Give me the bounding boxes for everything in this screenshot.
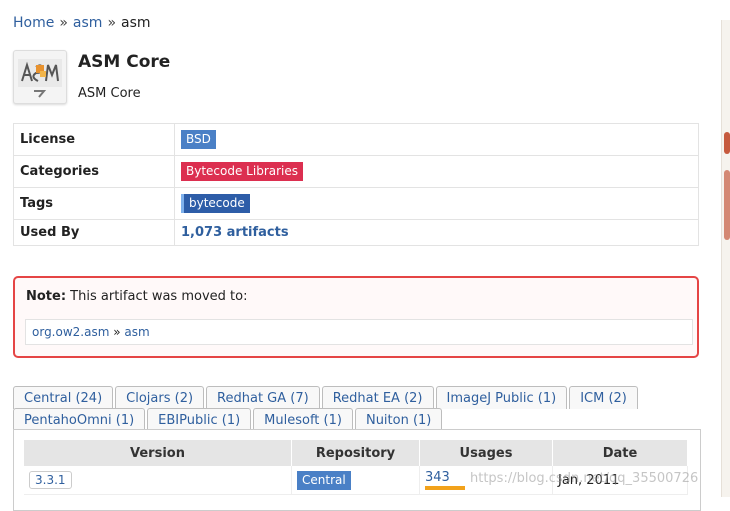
usages-link[interactable]: 343	[425, 470, 450, 485]
info-row-used-by: Used By 1,073 artifacts	[13, 219, 699, 246]
license-badge[interactable]: BSD	[181, 130, 216, 149]
artifact-logo-icon	[13, 50, 67, 104]
moved-artifact-link[interactable]: asm	[124, 325, 149, 339]
moved-group-link[interactable]: org.ow2.asm	[32, 325, 109, 339]
versions-table: Version Repository Usages Date 3.3.1 Cen…	[24, 440, 688, 495]
breadcrumb: Home» asm» asm	[13, 15, 151, 31]
moved-note: Note: This artifact was moved to: org.ow…	[13, 276, 699, 358]
repository-header: Repository	[291, 440, 420, 466]
breadcrumb-home-link[interactable]: Home	[13, 15, 54, 31]
moved-separator: »	[113, 325, 121, 339]
side-decoration	[721, 20, 730, 497]
tab-central[interactable]: Central (24)	[13, 386, 114, 409]
artifact-title: ASM Core	[78, 52, 171, 72]
note-label: Note:	[26, 289, 67, 304]
watermark: https://blog.csdn.net/qq_35500726	[470, 471, 699, 486]
license-label: License	[13, 123, 175, 156]
version-header: Version	[24, 440, 292, 466]
tab-mulesoft[interactable]: Mulesoft (1)	[253, 408, 353, 431]
tab-pentahoomni[interactable]: PentahoOmni (1)	[13, 408, 146, 431]
category-badge[interactable]: Bytecode Libraries	[181, 162, 304, 181]
info-row-license: License BSD	[13, 123, 699, 156]
tab-nuiton[interactable]: Nuiton (1)	[354, 408, 443, 431]
tags-label: Tags	[13, 187, 175, 220]
info-row-tags: Tags bytecode	[13, 187, 699, 220]
used-by-label: Used By	[13, 219, 175, 246]
note-text: This artifact was moved to:	[66, 289, 248, 304]
decoration-shape	[724, 132, 730, 154]
versions-panel: Version Repository Usages Date 3.3.1 Cen…	[13, 429, 701, 511]
versions-header-row: Version Repository Usages Date	[24, 440, 688, 466]
breadcrumb-current: asm	[121, 15, 151, 31]
tab-clojars[interactable]: Clojars (2)	[115, 386, 205, 409]
repository-badge[interactable]: Central	[297, 470, 351, 490]
repository-tabs-row-1: Central (24) Clojars (2) Redhat GA (7) R…	[13, 386, 640, 409]
breadcrumb-separator: »	[107, 15, 117, 31]
tab-redhat-ea[interactable]: Redhat EA (2)	[321, 386, 434, 409]
version-link[interactable]: 3.3.1	[29, 471, 72, 489]
breadcrumb-separator: »	[59, 15, 68, 31]
info-row-categories: Categories Bytecode Libraries	[13, 155, 699, 188]
tab-ebipublic[interactable]: EBIPublic (1)	[147, 408, 252, 431]
date-header: Date	[552, 440, 688, 466]
usages-header: Usages	[419, 440, 553, 466]
artifact-info-table: License BSD Categories Bytecode Librarie…	[13, 123, 699, 246]
tab-redhat-ga[interactable]: Redhat GA (7)	[206, 386, 320, 409]
tab-icm[interactable]: ICM (2)	[569, 386, 638, 409]
breadcrumb-group-link[interactable]: asm	[73, 15, 103, 31]
moved-to-box: org.ow2.asm » asm	[25, 319, 693, 345]
artifact-subtitle: ASM Core	[78, 86, 141, 101]
used-by-link[interactable]: 1,073 artifacts	[181, 225, 289, 240]
categories-label: Categories	[13, 155, 175, 188]
tag-badge[interactable]: bytecode	[181, 194, 250, 213]
usages-bar	[425, 486, 465, 490]
repository-tabs-row-2: PentahoOmni (1) EBIPublic (1) Mulesoft (…	[13, 408, 444, 431]
decoration-shape	[724, 170, 730, 240]
tab-imagej-public[interactable]: ImageJ Public (1)	[435, 386, 568, 409]
